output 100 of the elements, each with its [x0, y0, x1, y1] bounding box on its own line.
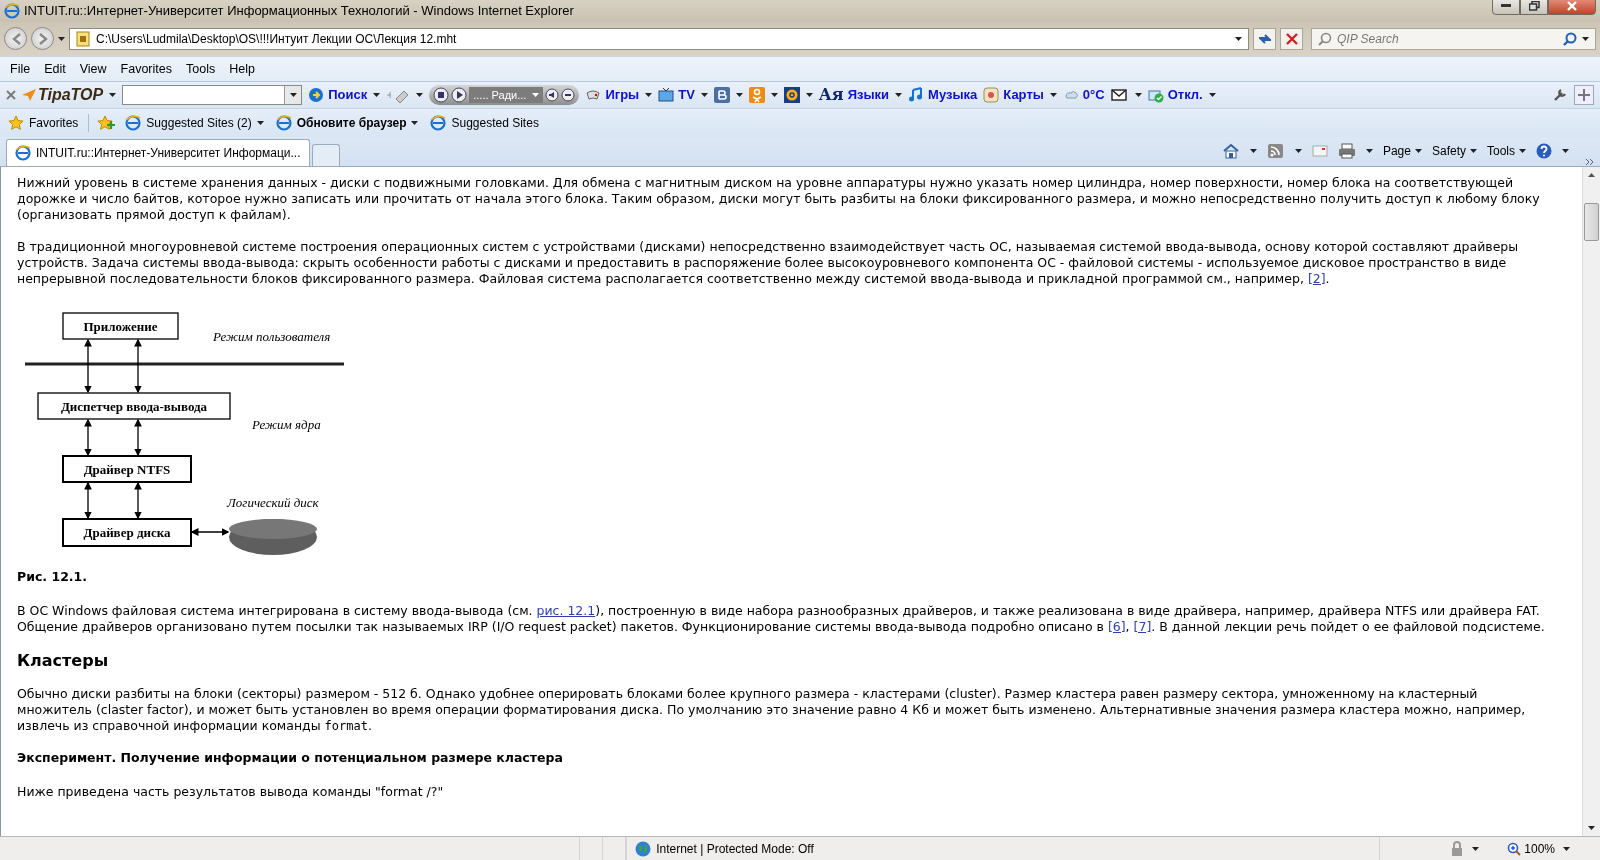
- command-menu[interactable]: Safety: [1431, 144, 1477, 159]
- link[interactable]: [2]: [1307, 270, 1326, 286]
- refresh-icon: [1256, 31, 1273, 46]
- caret-icon[interactable]: [416, 92, 424, 97]
- toolbar-link[interactable]: 0°C: [1062, 86, 1105, 103]
- search-icon[interactable]: [1563, 31, 1577, 46]
- caret-icon[interactable]: [289, 92, 297, 97]
- scroll-thumb[interactable]: [1584, 202, 1599, 241]
- feed-icon[interactable]: [1266, 143, 1285, 160]
- stop-button[interactable]: [1280, 27, 1303, 50]
- caret-icon[interactable]: [1472, 846, 1480, 851]
- social-icon[interactable]: [713, 86, 730, 103]
- favorites-link[interactable]: Suggested Sites: [428, 114, 541, 131]
- paragraph: Обычно диски разбиты на блоки (секторы) размером - 512 б. Однако удобнее оперировать блоками более крупного размера - кластерами (cluster). Размер кластера равен размеру сектора, умноженному на кластерный множитель (claster factor), и может быть установлен во время операции форматирования диска. По умолчанию это значение равно 4 Кб и может быть изменено. Альтернативные значения размера кластера можно, например, извлечь из справочной информации команды format.: [17, 685, 1527, 734]
- envelope-icon[interactable]: [1110, 88, 1129, 101]
- caret-icon[interactable]: [1562, 149, 1569, 154]
- command-menu[interactable]: Page: [1382, 144, 1422, 159]
- caret-icon[interactable]: [1249, 149, 1257, 154]
- caret-icon[interactable]: [1049, 92, 1057, 97]
- back-button[interactable]: [4, 27, 27, 51]
- caret-icon[interactable]: [1563, 846, 1570, 851]
- paragraph: Нижний уровень в системе хранения данных - диски с подвижными головками. Для обмена с магнитным диском на уровне аппаратуры нужно указать номер цилиндра, номер поверхности, номер блока на соответствующей дорожке и число байтов, которое нужно записать или прочитать от начала этого блока. Таким образом, диски могут быть разбиты на блоки фиксированного размера, и можно непосредственно получить доступ к любому блоку (организовать прямой доступ к файлам).: [17, 174, 1541, 223]
- caret-icon[interactable]: [1208, 92, 1216, 97]
- play-icon[interactable]: [451, 86, 468, 103]
- favorites-link[interactable]: Обновите браузер: [273, 114, 421, 131]
- zoom-icon: [1507, 841, 1522, 856]
- menu-item[interactable]: File: [4, 59, 37, 78]
- menu-item[interactable]: Help: [223, 59, 261, 78]
- toolbar-link[interactable]: Ая Языки: [818, 85, 890, 105]
- link[interactable]: рис. 12.1: [536, 602, 596, 618]
- globe-icon: [635, 840, 652, 857]
- menu-item[interactable]: Tools: [180, 59, 222, 78]
- favorites-button[interactable]: Favorites: [6, 114, 81, 131]
- menu-item[interactable]: View: [73, 59, 113, 78]
- caret-icon[interactable]: [895, 92, 903, 97]
- add-favorite-icon[interactable]: [97, 114, 116, 131]
- caret-icon[interactable]: [411, 120, 419, 125]
- menu-item[interactable]: Favorites: [114, 59, 178, 78]
- caret-icon[interactable]: [700, 92, 708, 97]
- caret-icon[interactable]: [1134, 92, 1142, 97]
- up-arrow-icon[interactable]: [1588, 173, 1595, 178]
- at-sign-icon[interactable]: [783, 86, 800, 103]
- station-dropdown[interactable]: ..... Ради...: [469, 86, 544, 103]
- caret-icon[interactable]: [770, 92, 778, 97]
- address-bar[interactable]: C:\Users\Ludmila\Desktop\OS\!!!Интуит Лекции ОС\Лекция 12.mht: [69, 27, 1249, 50]
- close-icon[interactable]: [6, 89, 16, 100]
- browser-tab[interactable]: INTUIT.ru::Интернет-Университет Информаци...: [6, 138, 310, 166]
- browser-icon: [430, 114, 447, 131]
- caret-icon[interactable]: [1582, 36, 1589, 41]
- volume-icon[interactable]: [545, 87, 560, 102]
- toolbar-link[interactable]: TV: [658, 86, 695, 103]
- paper-plane-icon: [22, 88, 36, 101]
- address-field[interactable]: C:\Users\Ludmila\Desktop\OS\!!!Интуит Лекции ОС\Лекция 12.mht: [96, 31, 1229, 46]
- scrollbar[interactable]: [1582, 166, 1600, 836]
- home-icon[interactable]: [1221, 143, 1240, 160]
- add-icon[interactable]: [1574, 84, 1594, 105]
- minimize-button[interactable]: [1492, 0, 1520, 15]
- caret-icon[interactable]: [1414, 149, 1422, 154]
- caret-icon[interactable]: [805, 92, 813, 97]
- caret-icon[interactable]: [735, 92, 743, 97]
- stop-icon[interactable]: [433, 86, 450, 103]
- favorites-link[interactable]: Suggested Sites (2): [123, 114, 266, 131]
- search-field[interactable]: [122, 84, 303, 105]
- minus-icon[interactable]: [561, 87, 576, 102]
- caret-icon[interactable]: [109, 92, 117, 97]
- caret-icon[interactable]: [1365, 149, 1373, 154]
- toolbar-link[interactable]: Карты: [983, 86, 1044, 103]
- caret-icon[interactable]: [1519, 149, 1526, 154]
- chevron-icon[interactable]: [1585, 157, 1594, 166]
- station-name: ..... Ради...: [473, 88, 527, 101]
- caret-icon[interactable]: [645, 92, 653, 97]
- diagram-label: Диспетчер ввода-вывода: [60, 398, 208, 414]
- caret-icon[interactable]: [58, 36, 65, 41]
- mail-icon[interactable]: [1311, 145, 1328, 158]
- caret-icon[interactable]: [1294, 149, 1302, 154]
- caret-icon[interactable]: [373, 92, 381, 97]
- maximize-button[interactable]: [1520, 0, 1548, 15]
- double-arrow: [134, 338, 142, 394]
- caret-icon[interactable]: [1235, 36, 1242, 41]
- link[interactable]: [6]: [1107, 618, 1126, 634]
- wrench-icon[interactable]: [1552, 86, 1568, 103]
- down-arrow-icon[interactable]: [1588, 825, 1595, 830]
- caret-icon[interactable]: [1470, 149, 1477, 154]
- toolbar-link[interactable]: Откл.: [1147, 86, 1203, 103]
- command-menu[interactable]: Tools: [1487, 144, 1526, 159]
- caret-icon[interactable]: [256, 120, 264, 125]
- toolbar-link[interactable]: Игры: [585, 86, 640, 103]
- toolbar-link[interactable]: Поиск: [308, 86, 368, 103]
- zoom-button[interactable]: 100%: [1487, 841, 1555, 856]
- double-arrow: [134, 418, 142, 457]
- close-button[interactable]: [1548, 0, 1596, 15]
- minimize-icon: [1501, 3, 1511, 8]
- printer-icon[interactable]: [1337, 143, 1356, 160]
- toolbar-link[interactable]: Музыка: [908, 86, 978, 103]
- logo[interactable]: TipaTOP: [38, 85, 104, 104]
- menu-item[interactable]: Edit: [38, 59, 72, 78]
- search-field[interactable]: QIP Search: [1337, 31, 1558, 46]
- refresh-button[interactable]: [1253, 27, 1276, 50]
- search-bar[interactable]: QIP Search: [1311, 27, 1596, 50]
- help-icon[interactable]: [1536, 143, 1552, 160]
